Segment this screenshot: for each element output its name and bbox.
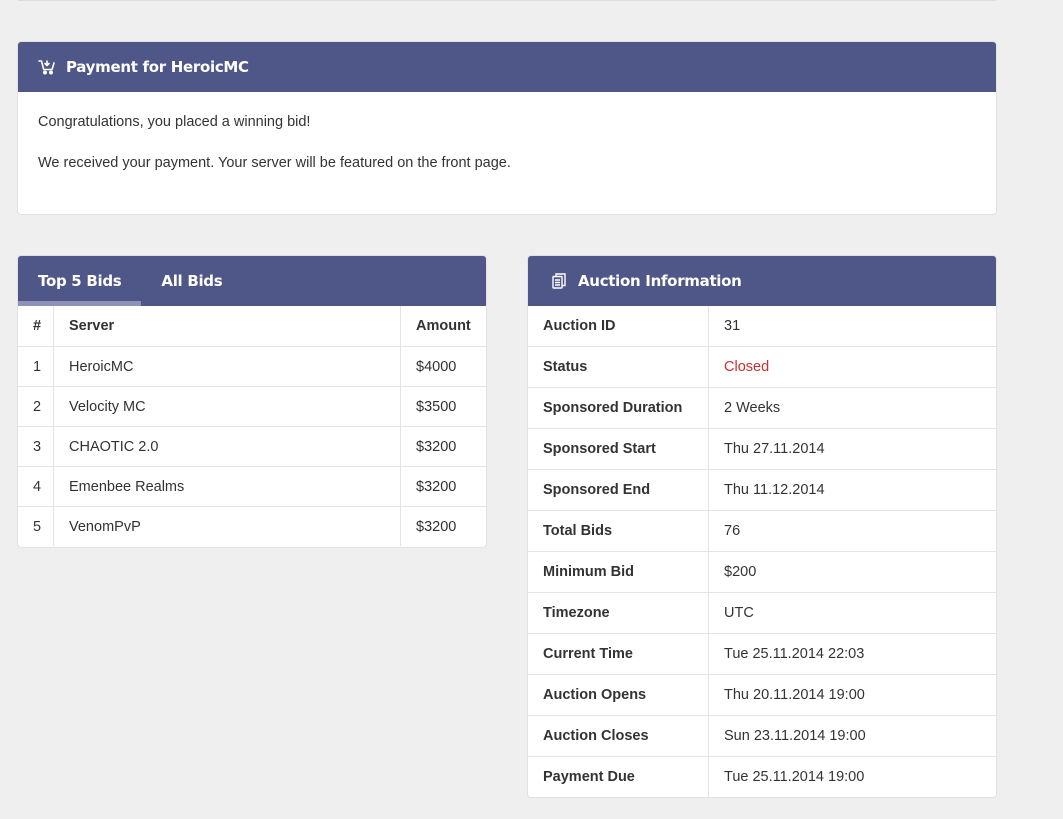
table-row: 3 CHAOTIC 2.0 $3200 xyxy=(18,426,486,467)
info-key: Auction ID xyxy=(528,306,709,347)
tab-top-5-bids[interactable]: Top 5 Bids xyxy=(18,256,142,306)
table-row: Payment Due Tue 25.11.2014 19:00 xyxy=(528,756,996,797)
info-key: Current Time xyxy=(528,633,709,675)
table-row: Sponsored Duration 2 Weeks xyxy=(528,387,996,429)
info-key: Minimum Bid xyxy=(528,551,709,593)
info-key: Sponsored Start xyxy=(528,428,709,470)
tab-all-bids[interactable]: All Bids xyxy=(141,256,242,306)
table-row: 4 Emenbee Realms $3200 xyxy=(18,466,486,507)
auction-opens-value: Thu 20.11.2014 19:00 xyxy=(708,674,996,716)
bids-table: # Server Amount 1 HeroicMC $4000 2 Veloc… xyxy=(18,306,486,546)
current-time-value: Tue 25.11.2014 22:03 xyxy=(708,633,996,675)
bid-amount: $3200 xyxy=(400,426,486,467)
auction-panel-header: Auction Information xyxy=(528,256,996,306)
payment-panel: Payment for HeroicMC Congratulations, yo… xyxy=(17,41,997,215)
bid-server: HeroicMC xyxy=(53,346,401,387)
auction-closes-value: Sun 23.11.2014 19:00 xyxy=(708,715,996,757)
bid-amount: $3200 xyxy=(400,466,486,507)
bid-server: Velocity MC xyxy=(53,386,401,427)
bid-amount: $3200 xyxy=(400,506,486,546)
table-row: 1 HeroicMC $4000 xyxy=(18,346,486,387)
sponsored-duration-value: 2 Weeks xyxy=(708,387,996,429)
bid-rank: 1 xyxy=(18,346,54,387)
status-value: Closed xyxy=(708,346,996,388)
column-header-server: Server xyxy=(53,306,401,347)
payment-due-value: Tue 25.11.2014 19:00 xyxy=(724,769,865,785)
timezone-value: UTC xyxy=(708,592,996,634)
bid-rank: 2 xyxy=(18,386,54,427)
info-key: Auction Opens xyxy=(528,674,709,716)
total-bids-value: 76 xyxy=(708,510,996,552)
table-row: Current Time Tue 25.11.2014 22:03 xyxy=(528,633,996,675)
info-key: Timezone xyxy=(528,592,709,634)
bids-tabs: Top 5 Bids All Bids xyxy=(18,256,486,306)
bid-rank: 4 xyxy=(18,466,54,507)
bid-amount: $4000 xyxy=(400,346,486,387)
table-row: 2 Velocity MC $3500 xyxy=(18,386,486,427)
info-key: Auction Closes xyxy=(528,715,709,757)
sponsored-start-value: Thu 27.11.2014 xyxy=(708,428,996,470)
table-row: Auction Closes Sun 23.11.2014 19:00 xyxy=(528,715,996,757)
column-header-rank: # xyxy=(18,306,54,347)
info-key: Sponsored Duration xyxy=(528,387,709,429)
table-row: Total Bids 76 xyxy=(528,510,996,552)
minimum-bid-value: $200 xyxy=(708,551,996,593)
table-row: Minimum Bid $200 xyxy=(528,551,996,593)
document-icon xyxy=(550,272,568,290)
bid-server: VenomPvP xyxy=(69,518,141,535)
auction-title: Auction Information xyxy=(578,272,742,290)
info-key: Sponsored End xyxy=(528,469,709,511)
info-key: Status xyxy=(528,346,709,388)
info-key: Total Bids xyxy=(528,510,709,552)
payment-panel-header: Payment for HeroicMC xyxy=(18,42,996,92)
payment-received-message: We received your payment. Your server wi… xyxy=(38,155,511,171)
table-row: Sponsored Start Thu 27.11.2014 xyxy=(528,428,996,470)
cart-icon xyxy=(38,58,56,76)
table-row: 5 VenomPvP $3200 xyxy=(18,506,486,546)
table-row: Timezone UTC xyxy=(528,592,996,634)
bid-server: CHAOTIC 2.0 xyxy=(53,426,401,467)
payment-title: Payment for HeroicMC xyxy=(66,58,249,76)
bid-server: Emenbee Realms xyxy=(53,466,401,507)
auction-info-panel: Auction Information Auction ID 31 Status C… xyxy=(527,255,997,798)
auction-id-value: 31 xyxy=(708,306,996,347)
table-header-row: # Server Amount xyxy=(18,306,486,347)
sponsored-end-value: Thu 11.12.2014 xyxy=(708,469,996,511)
column-header-amount: Amount xyxy=(400,306,486,347)
bid-rank: 3 xyxy=(18,426,54,467)
bid-rank: 5 xyxy=(18,506,54,546)
bid-amount: $3500 xyxy=(400,386,486,427)
bids-panel: Top 5 Bids All Bids # Server Amount 1 He… xyxy=(17,255,487,548)
winning-bid-message: Congratulations, you placed a winning bi… xyxy=(38,114,311,130)
info-key: Payment Due xyxy=(528,756,709,797)
table-row: Status Closed xyxy=(528,346,996,388)
table-row: Sponsored End Thu 11.12.2014 xyxy=(528,469,996,511)
top-divider xyxy=(18,0,996,1)
auction-info-table: Auction ID 31 Status Closed Sponsored Dura… xyxy=(528,306,996,797)
table-row: Auction ID 31 xyxy=(528,306,996,347)
table-row: Auction Opens Thu 20.11.2014 19:00 xyxy=(528,674,996,716)
